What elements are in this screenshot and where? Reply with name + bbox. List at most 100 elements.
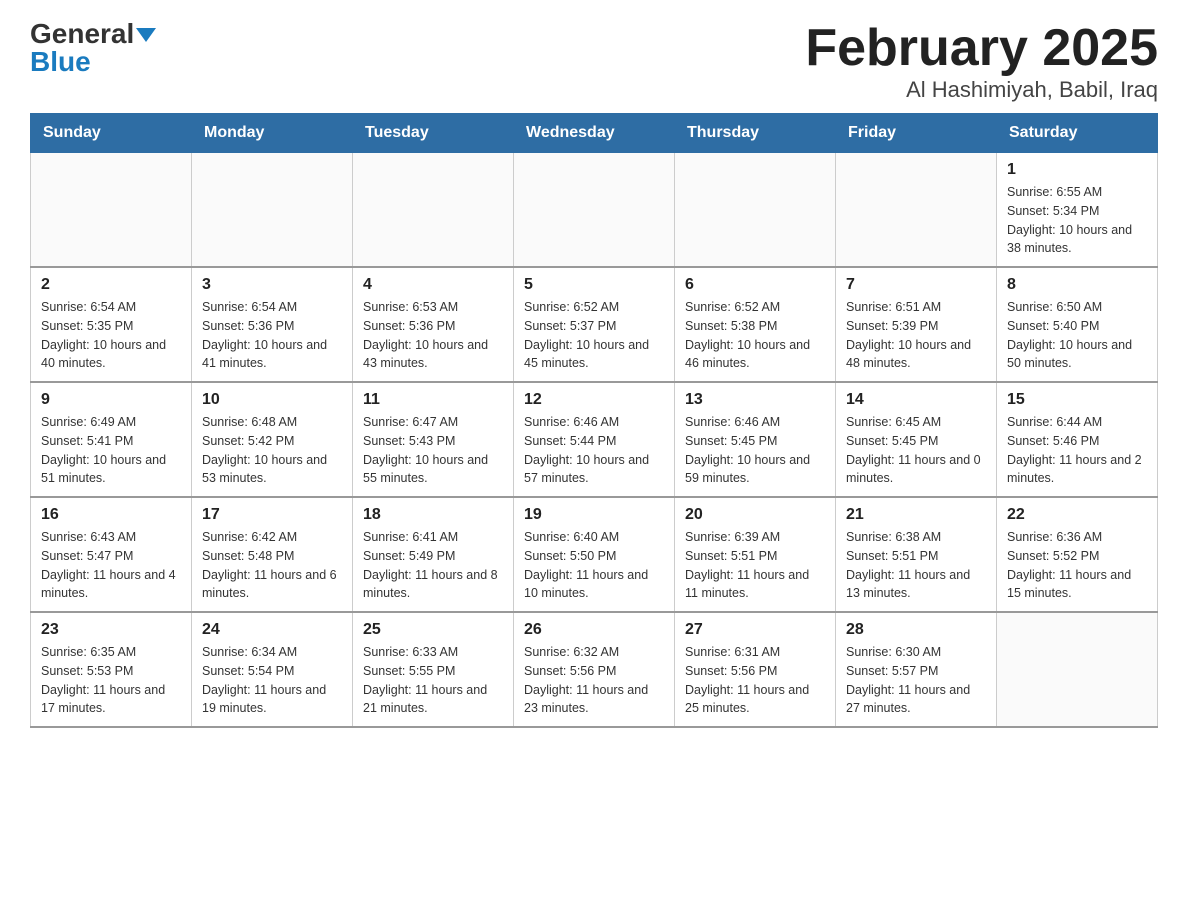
calendar-cell: 20 Sunrise: 6:39 AMSunset: 5:51 PMDayligh…: [675, 497, 836, 612]
day-number: 14: [846, 391, 986, 409]
calendar-cell: 23 Sunrise: 6:35 AMSunset: 5:53 PMDayligh…: [31, 612, 192, 727]
calendar-cell: 24Sunrise: 6:34 AMSunset: 5:54 PMDayligh…: [192, 612, 353, 727]
day-header-thursday: Thursday: [675, 114, 836, 153]
day-number: 17: [202, 506, 342, 524]
day-info: Sunrise: 6:55 AMSunset: 5:34 PMDaylight:…: [1007, 183, 1147, 258]
day-number: 10: [202, 391, 342, 409]
calendar-subtitle: Al Hashimiyah, Babil, Iraq: [805, 77, 1158, 103]
day-info: Sunrise: 6:52 AMSunset: 5:38 PMDaylight:…: [685, 298, 825, 373]
day-number: 27: [685, 621, 825, 639]
day-header-wednesday: Wednesday: [514, 114, 675, 153]
calendar-cell: 16 Sunrise: 6:43 AMSunset: 5:47 PMDayligh…: [31, 497, 192, 612]
day-info: Sunrise: 6:31 AMSunset: 5:56 PMDaylight:…: [685, 643, 825, 718]
calendar-cell: 13 Sunrise: 6:46 AMSunset: 5:45 PMDayligh…: [675, 382, 836, 497]
days-header-row: SundayMondayTuesdayWednesdayThursdayFrid…: [31, 114, 1158, 153]
calendar-body: 1Sunrise: 6:55 AMSunset: 5:34 PMDaylight…: [31, 153, 1158, 728]
calendar-cell: 15Sunrise: 6:44 AMSunset: 5:46 PMDayligh…: [997, 382, 1158, 497]
calendar-cell: [997, 612, 1158, 727]
calendar-cell: 8Sunrise: 6:50 AMSunset: 5:40 PMDaylight…: [997, 267, 1158, 382]
day-info: Sunrise: 6:36 AMSunset: 5:52 PMDaylight:…: [1007, 528, 1147, 603]
day-number: 16: [41, 506, 181, 524]
logo: General Blue: [30, 20, 156, 76]
day-number: 20: [685, 506, 825, 524]
day-info: Sunrise: 6:45 AMSunset: 5:45 PMDaylight:…: [846, 413, 986, 488]
day-header-sunday: Sunday: [31, 114, 192, 153]
calendar-cell: 5 Sunrise: 6:52 AMSunset: 5:37 PMDaylight…: [514, 267, 675, 382]
calendar-cell: [514, 153, 675, 268]
day-info: Sunrise: 6:43 AMSunset: 5:47 PMDaylight:…: [41, 528, 181, 603]
calendar-cell: [353, 153, 514, 268]
day-info: Sunrise: 6:46 AMSunset: 5:45 PMDaylight:…: [685, 413, 825, 488]
day-number: 11: [363, 391, 503, 409]
title-block: February 2025 Al Hashimiyah, Babil, Iraq: [805, 20, 1158, 103]
calendar-cell: 28 Sunrise: 6:30 AMSunset: 5:57 PMDayligh…: [836, 612, 997, 727]
logo-arrow-icon: [136, 28, 156, 42]
calendar-table: SundayMondayTuesdayWednesdayThursdayFrid…: [30, 113, 1158, 728]
day-info: Sunrise: 6:48 AMSunset: 5:42 PMDaylight:…: [202, 413, 342, 488]
day-info: Sunrise: 6:52 AMSunset: 5:37 PMDaylight:…: [524, 298, 664, 373]
day-info: Sunrise: 6:42 AMSunset: 5:48 PMDaylight:…: [202, 528, 342, 603]
calendar-cell: 3 Sunrise: 6:54 AMSunset: 5:36 PMDaylight…: [192, 267, 353, 382]
day-info: Sunrise: 6:35 AMSunset: 5:53 PMDaylight:…: [41, 643, 181, 718]
calendar-header: SundayMondayTuesdayWednesdayThursdayFrid…: [31, 114, 1158, 153]
day-number: 15: [1007, 391, 1147, 409]
calendar-cell: 17 Sunrise: 6:42 AMSunset: 5:48 PMDayligh…: [192, 497, 353, 612]
day-info: Sunrise: 6:40 AMSunset: 5:50 PMDaylight:…: [524, 528, 664, 603]
day-info: Sunrise: 6:54 AMSunset: 5:35 PMDaylight:…: [41, 298, 181, 373]
calendar-cell: 10 Sunrise: 6:48 AMSunset: 5:42 PMDayligh…: [192, 382, 353, 497]
calendar-cell: 6 Sunrise: 6:52 AMSunset: 5:38 PMDaylight…: [675, 267, 836, 382]
calendar-cell: 22Sunrise: 6:36 AMSunset: 5:52 PMDayligh…: [997, 497, 1158, 612]
calendar-week-2: 2Sunrise: 6:54 AMSunset: 5:35 PMDaylight…: [31, 267, 1158, 382]
calendar-cell: 11 Sunrise: 6:47 AMSunset: 5:43 PMDayligh…: [353, 382, 514, 497]
calendar-cell: 4 Sunrise: 6:53 AMSunset: 5:36 PMDaylight…: [353, 267, 514, 382]
calendar-cell: 25 Sunrise: 6:33 AMSunset: 5:55 PMDayligh…: [353, 612, 514, 727]
day-info: Sunrise: 6:47 AMSunset: 5:43 PMDaylight:…: [363, 413, 503, 488]
day-number: 26: [524, 621, 664, 639]
calendar-cell: 7 Sunrise: 6:51 AMSunset: 5:39 PMDaylight…: [836, 267, 997, 382]
day-number: 21: [846, 506, 986, 524]
calendar-cell: [836, 153, 997, 268]
day-number: 4: [363, 276, 503, 294]
day-info: Sunrise: 6:34 AMSunset: 5:54 PMDaylight:…: [202, 643, 342, 718]
calendar-cell: 18Sunrise: 6:41 AMSunset: 5:49 PMDayligh…: [353, 497, 514, 612]
calendar-cell: [192, 153, 353, 268]
day-info: Sunrise: 6:30 AMSunset: 5:57 PMDaylight:…: [846, 643, 986, 718]
calendar-cell: 26 Sunrise: 6:32 AMSunset: 5:56 PMDayligh…: [514, 612, 675, 727]
day-info: Sunrise: 6:32 AMSunset: 5:56 PMDaylight:…: [524, 643, 664, 718]
day-info: Sunrise: 6:54 AMSunset: 5:36 PMDaylight:…: [202, 298, 342, 373]
calendar-week-4: 16 Sunrise: 6:43 AMSunset: 5:47 PMDayligh…: [31, 497, 1158, 612]
calendar-cell: 2Sunrise: 6:54 AMSunset: 5:35 PMDaylight…: [31, 267, 192, 382]
day-number: 18: [363, 506, 503, 524]
day-info: Sunrise: 6:33 AMSunset: 5:55 PMDaylight:…: [363, 643, 503, 718]
page-header: General Blue February 2025 Al Hashimiyah…: [30, 20, 1158, 103]
logo-blue: Blue: [30, 46, 91, 77]
day-info: Sunrise: 6:51 AMSunset: 5:39 PMDaylight:…: [846, 298, 986, 373]
day-number: 3: [202, 276, 342, 294]
calendar-cell: 27 Sunrise: 6:31 AMSunset: 5:56 PMDayligh…: [675, 612, 836, 727]
day-number: 13: [685, 391, 825, 409]
day-header-tuesday: Tuesday: [353, 114, 514, 153]
day-number: 6: [685, 276, 825, 294]
day-info: Sunrise: 6:39 AMSunset: 5:51 PMDaylight:…: [685, 528, 825, 603]
calendar-cell: 19 Sunrise: 6:40 AMSunset: 5:50 PMDayligh…: [514, 497, 675, 612]
day-header-monday: Monday: [192, 114, 353, 153]
day-info: Sunrise: 6:53 AMSunset: 5:36 PMDaylight:…: [363, 298, 503, 373]
day-number: 19: [524, 506, 664, 524]
day-number: 25: [363, 621, 503, 639]
day-number: 28: [846, 621, 986, 639]
day-info: Sunrise: 6:46 AMSunset: 5:44 PMDaylight:…: [524, 413, 664, 488]
calendar-title: February 2025: [805, 20, 1158, 77]
day-number: 23: [41, 621, 181, 639]
day-number: 7: [846, 276, 986, 294]
calendar-week-1: 1Sunrise: 6:55 AMSunset: 5:34 PMDaylight…: [31, 153, 1158, 268]
day-info: Sunrise: 6:49 AMSunset: 5:41 PMDaylight:…: [41, 413, 181, 488]
day-number: 9: [41, 391, 181, 409]
calendar-week-3: 9 Sunrise: 6:49 AMSunset: 5:41 PMDaylight…: [31, 382, 1158, 497]
calendar-cell: 9 Sunrise: 6:49 AMSunset: 5:41 PMDaylight…: [31, 382, 192, 497]
day-info: Sunrise: 6:50 AMSunset: 5:40 PMDaylight:…: [1007, 298, 1147, 373]
day-number: 12: [524, 391, 664, 409]
calendar-cell: 12 Sunrise: 6:46 AMSunset: 5:44 PMDayligh…: [514, 382, 675, 497]
day-header-saturday: Saturday: [997, 114, 1158, 153]
logo-general: General: [30, 18, 134, 49]
day-number: 5: [524, 276, 664, 294]
